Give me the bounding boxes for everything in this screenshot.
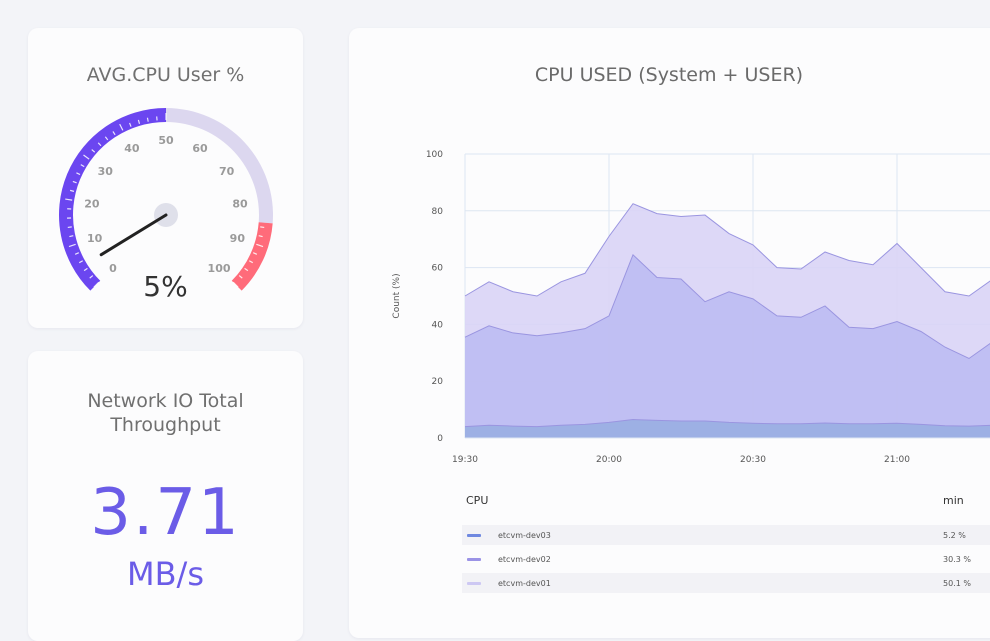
- x-tick-label: 20:30: [740, 455, 766, 465]
- legend-series-min: 5.2 %: [943, 531, 966, 540]
- legend-row-dev01[interactable]: etcvm-dev01 50.1 %: [462, 573, 990, 593]
- x-tick-label: 21:00: [884, 455, 910, 465]
- x-tick-label: 20:00: [596, 455, 622, 465]
- gauge-tick-mark: [69, 236, 73, 237]
- legend-row-dev03[interactable]: etcvm-dev03 5.2 %: [462, 525, 990, 545]
- legend-row-dev02[interactable]: etcvm-dev02 30.3 %: [462, 549, 990, 569]
- gauge-tick-label: 10: [87, 232, 103, 245]
- gauge-tick-label: 80: [232, 197, 248, 210]
- cpu-area-chart[interactable]: 02040608010019:3020:0020:3021:0021:30Cou…: [349, 28, 990, 478]
- y-tick-label: 0: [437, 434, 443, 444]
- legend-swatch: [467, 534, 481, 537]
- legend-series-name: etcvm-dev03: [498, 531, 551, 540]
- y-tick-label: 80: [432, 207, 444, 217]
- gauge-tick-mark: [260, 227, 264, 228]
- network-io-card: Network IO Total Throughput 3.71 MB/s: [28, 351, 303, 641]
- gauge-tick-label: 70: [219, 165, 235, 178]
- y-tick-label: 20: [432, 377, 444, 387]
- avg-cpu-gauge-card: AVG.CPU User % 0102030405060708090100 5%: [28, 28, 303, 328]
- y-tick-label: 100: [426, 150, 443, 160]
- legend-header-cpu: CPU: [466, 494, 488, 507]
- legend-series-min: 30.3 %: [943, 555, 971, 564]
- network-throughput-value: 3.71: [28, 476, 303, 550]
- legend-swatch: [467, 582, 481, 585]
- gauge-value: 5%: [28, 270, 303, 303]
- gauge-tick-label: 90: [230, 232, 246, 245]
- gauge-tick-label: 20: [84, 197, 100, 210]
- gauge-tick-mark: [147, 118, 148, 122]
- gauge-tick-mark: [68, 227, 72, 228]
- network-title-line2: Throughput: [28, 413, 303, 437]
- gauge-tick-label: 60: [192, 142, 208, 155]
- network-title-line1: Network IO Total: [28, 389, 303, 413]
- legend-swatch: [467, 558, 481, 561]
- y-axis-title: Count (%): [392, 273, 402, 318]
- legend-header: CPU min: [466, 494, 990, 507]
- gauge-tick-label: 50: [158, 134, 174, 147]
- gauge-tick-label: 30: [98, 165, 114, 178]
- legend-series-name: etcvm-dev02: [498, 555, 551, 564]
- x-tick-label: 19:30: [452, 455, 478, 465]
- legend-series-name: etcvm-dev01: [498, 579, 551, 588]
- y-tick-label: 40: [432, 320, 444, 330]
- network-title: Network IO Total Throughput: [28, 389, 303, 437]
- legend-header-min: min: [943, 494, 964, 507]
- gauge-needle: [101, 215, 166, 255]
- network-throughput-unit: MB/s: [28, 555, 303, 593]
- gauge-tick-label: 40: [124, 142, 140, 155]
- legend-series-min: 50.1 %: [943, 579, 971, 588]
- cpu-used-chart-card: CPU USED (System + USER) 02040608010019:…: [349, 28, 990, 638]
- y-tick-label: 60: [432, 264, 444, 274]
- gauge-tick-mark: [259, 236, 263, 237]
